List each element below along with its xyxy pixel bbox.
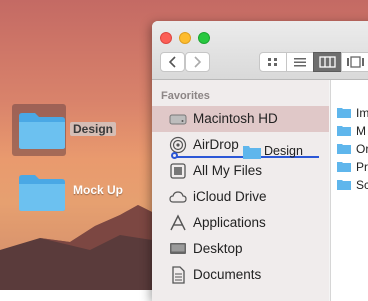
desktop-icon (170, 243, 186, 254)
desktop-folder-label: Design (70, 122, 117, 136)
all-files-icon (170, 163, 186, 179)
folder-icon (243, 146, 261, 159)
column-item[interactable]: Sc (337, 177, 368, 195)
close-button[interactable] (160, 32, 172, 44)
drop-insertion-marker (171, 152, 178, 159)
desktop-folder-design[interactable]: Design (14, 106, 124, 154)
sidebar-item-all-my-files[interactable]: All My Files (152, 158, 329, 184)
folder-icon (19, 113, 65, 149)
sidebar-item-desktop[interactable]: Desktop (152, 236, 329, 262)
sidebar-item-label: Desktop (193, 241, 243, 256)
cloud-icon (169, 191, 187, 203)
chevron-left-icon (168, 56, 176, 68)
chevron-right-icon (194, 56, 202, 68)
column-view-icon (319, 56, 336, 68)
documents-icon (172, 266, 185, 284)
finder-sidebar: Favorites Macintosh HD AirDrop All My Fi… (152, 80, 329, 301)
sidebar-item-label: Macintosh HD (193, 111, 278, 126)
column-item[interactable]: Or (337, 141, 368, 159)
folder-icon (337, 126, 351, 136)
sidebar-item-documents[interactable]: Documents (152, 262, 329, 288)
sidebar-item-icloud-drive[interactable]: iCloud Drive (152, 184, 329, 210)
dragged-folder-label: Design (264, 144, 303, 158)
column-item-label: M (356, 124, 366, 138)
view-list-button[interactable] (286, 52, 314, 72)
folder-icon (337, 144, 351, 154)
back-button[interactable] (160, 52, 185, 72)
view-gallery-button[interactable] (341, 52, 368, 72)
folder-icon (337, 162, 351, 172)
folder-icon (337, 180, 351, 190)
desktop-folder-label: Mock Up (73, 183, 124, 197)
folder-icon (337, 108, 351, 118)
sidebar-item-label: Applications (193, 215, 266, 230)
minimize-button[interactable] (179, 32, 191, 44)
sidebar-item-label: iCloud Drive (193, 189, 267, 204)
list-view-icon (294, 58, 306, 67)
column-item-label: Sc (356, 178, 368, 192)
column-item-label: Or (356, 142, 368, 156)
sidebar-item-applications[interactable]: Applications (152, 210, 329, 236)
applications-icon (170, 214, 186, 231)
column-item[interactable]: Im (337, 105, 368, 123)
column-item-label: Pr (356, 160, 368, 174)
airdrop-icon (169, 136, 187, 154)
finder-column: Im M Or Pr Sc (330, 80, 368, 301)
view-icon-button[interactable] (259, 52, 287, 72)
folder-icon (19, 175, 65, 211)
sidebar-section-heading: Favorites (161, 90, 210, 102)
finder-toolbar (152, 21, 368, 80)
column-item[interactable]: M (337, 123, 368, 141)
column-item-label: Im (356, 106, 368, 120)
sidebar-item-label: AirDrop (193, 137, 239, 152)
zoom-button[interactable] (198, 32, 210, 44)
sidebar-item-macintosh-hd[interactable]: Macintosh HD (152, 106, 329, 132)
sidebar-item-label: Documents (193, 267, 262, 282)
finder-window: Favorites Macintosh HD AirDrop All My Fi… (152, 21, 368, 301)
forward-button[interactable] (185, 52, 210, 72)
sidebar-item-label: All My Files (193, 163, 263, 178)
view-column-button[interactable] (313, 52, 342, 72)
column-item[interactable]: Pr (337, 159, 368, 177)
hard-drive-icon (169, 114, 187, 125)
desktop-folder-mock-up[interactable]: Mock Up (14, 170, 134, 218)
icon-view-icon (268, 58, 277, 66)
gallery-view-icon (347, 56, 364, 68)
